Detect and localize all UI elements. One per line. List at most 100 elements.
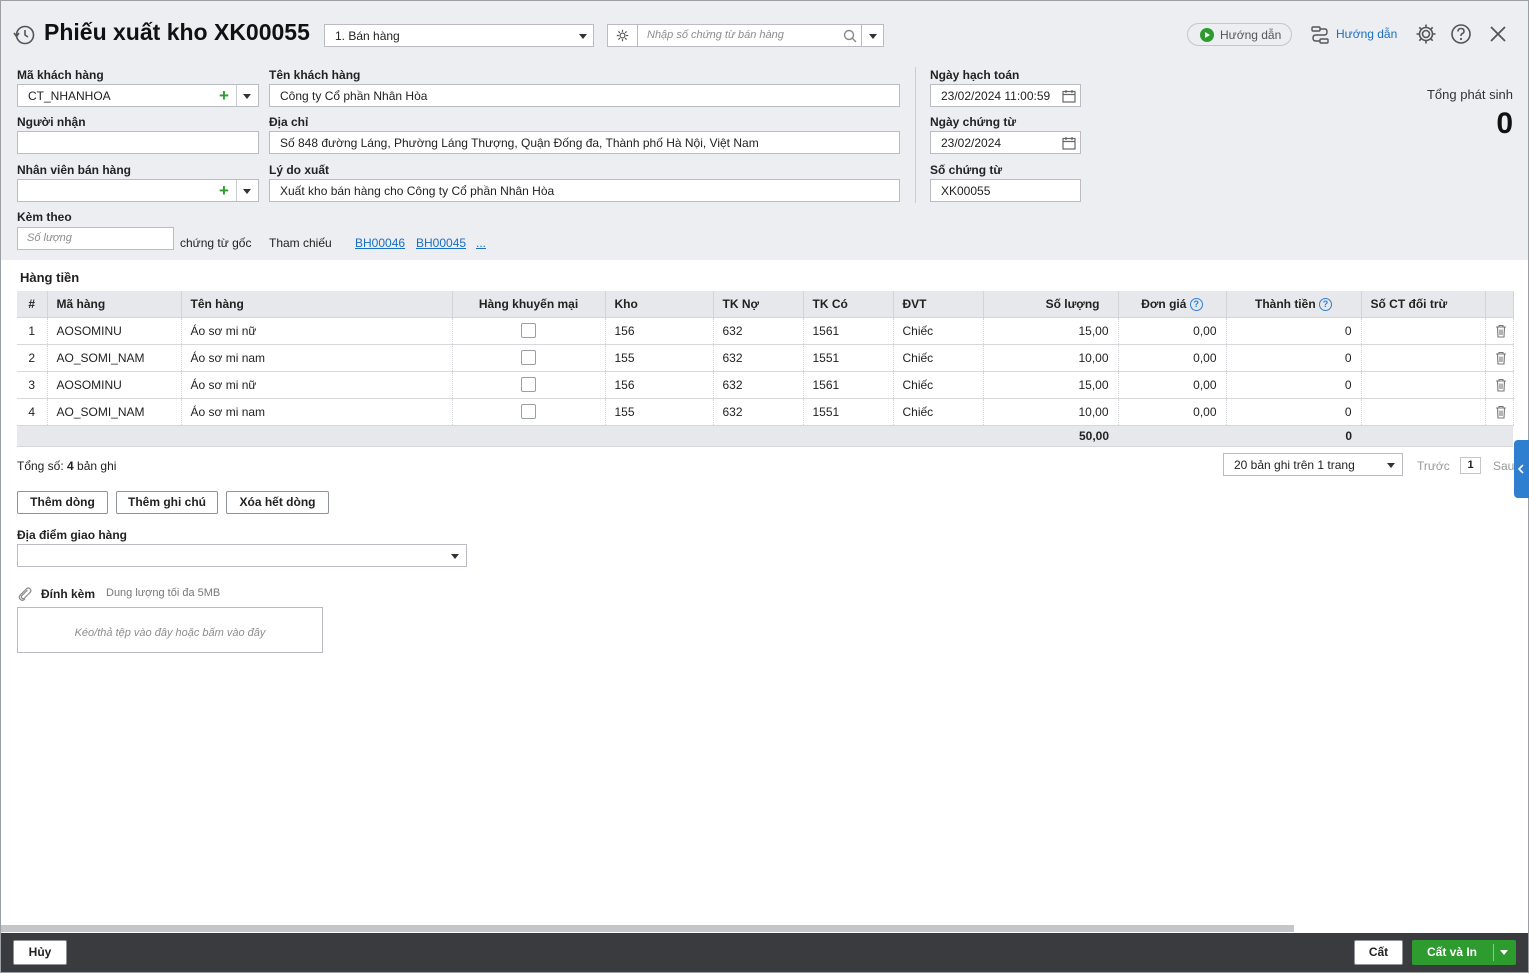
cancel-button[interactable]: Hủy — [13, 940, 67, 965]
table-row[interactable]: 3 AOSOMINU Áo sơ mi nữ 156 632 1561 Chiế… — [17, 371, 1514, 399]
settings-gear-icon[interactable] — [1415, 23, 1437, 45]
salesperson-field[interactable]: + — [17, 179, 259, 202]
cell-qty[interactable]: 10,00 — [983, 398, 1119, 426]
table-row[interactable]: 4 AO_SOMI_NAM Áo sơ mi nam 155 632 1551 … — [17, 398, 1514, 426]
help-icon[interactable] — [1450, 23, 1472, 45]
cell-promo[interactable] — [452, 398, 606, 426]
chevron-down-icon[interactable] — [243, 94, 251, 99]
cell-name[interactable]: Áo sơ mi nữ — [181, 371, 453, 399]
cell-code[interactable]: AO_SOMI_NAM — [47, 344, 182, 372]
cell-offset[interactable] — [1361, 398, 1486, 426]
attach-count-field[interactable]: Số lượng — [17, 227, 174, 250]
prev-page-button[interactable]: Trước — [1417, 459, 1450, 473]
cell-unit[interactable]: Chiếc — [893, 344, 984, 372]
cell-amount[interactable]: 0 — [1226, 317, 1362, 345]
cell-offset[interactable] — [1361, 317, 1486, 345]
promo-checkbox[interactable] — [521, 323, 536, 339]
delete-all-rows-button[interactable]: Xóa hết dòng — [226, 491, 329, 514]
doc-date-field[interactable]: 23/02/2024 — [930, 131, 1081, 154]
promo-checkbox[interactable] — [521, 350, 536, 366]
cell-promo[interactable] — [452, 317, 606, 345]
attachment-dropzone[interactable]: Kéo/thả tệp vào đây hoặc bấm vào đây — [17, 607, 323, 653]
cell-price[interactable]: 0,00 — [1118, 317, 1227, 345]
reason-field[interactable]: Xuất kho bán hàng cho Công ty Cổ phần Nh… — [269, 179, 900, 202]
cell-name[interactable]: Áo sơ mi nam — [181, 398, 453, 426]
promo-checkbox[interactable] — [521, 404, 536, 420]
cell-debit[interactable]: 632 — [713, 398, 804, 426]
cell-credit[interactable]: 1551 — [803, 344, 894, 372]
cell-code[interactable]: AO_SOMI_NAM — [47, 398, 182, 426]
col-header-name[interactable]: Tên hàng — [181, 291, 453, 318]
reference-more-link[interactable]: ... — [476, 236, 486, 250]
promo-checkbox[interactable] — [521, 377, 536, 393]
cell-amount[interactable]: 0 — [1226, 398, 1362, 426]
side-panel-toggle[interactable] — [1514, 440, 1529, 498]
cell-amount[interactable]: 0 — [1226, 344, 1362, 372]
save-button[interactable]: Cất — [1354, 940, 1403, 965]
table-row[interactable]: 2 AO_SOMI_NAM Áo sơ mi nam 155 632 1551 … — [17, 344, 1514, 372]
search-dropdown-button[interactable] — [861, 24, 884, 47]
horizontal-scrollbar[interactable] — [1, 925, 1294, 932]
chevron-down-icon[interactable] — [243, 189, 251, 194]
cell-price[interactable]: 0,00 — [1118, 398, 1227, 426]
col-header-unit[interactable]: ĐVT — [893, 291, 984, 318]
delivery-select[interactable] — [17, 544, 467, 567]
col-header-promo[interactable]: Hàng khuyến mại — [452, 291, 606, 318]
cell-credit[interactable]: 1561 — [803, 371, 894, 399]
cell-promo[interactable] — [452, 371, 606, 399]
current-page[interactable]: 1 — [1460, 457, 1481, 474]
col-header-debit[interactable]: TK Nợ — [713, 291, 804, 318]
add-row-button[interactable]: Thêm dòng — [17, 491, 108, 514]
cell-offset[interactable] — [1361, 371, 1486, 399]
cell-debit[interactable]: 632 — [713, 317, 804, 345]
cell-price[interactable]: 0,00 — [1118, 371, 1227, 399]
add-note-button[interactable]: Thêm ghi chú — [116, 491, 218, 514]
video-guide-button[interactable]: Hướng dẫn — [1187, 23, 1292, 46]
cell-unit[interactable]: Chiếc — [893, 398, 984, 426]
col-header-qty[interactable]: Số lượng — [983, 291, 1119, 318]
cell-unit[interactable]: Chiếc — [893, 371, 984, 399]
posting-date-field[interactable]: 23/02/2024 11:00:59 — [930, 84, 1081, 107]
cell-code[interactable]: AOSOMINU — [47, 317, 182, 345]
search-settings-button[interactable] — [607, 24, 638, 47]
cell-qty[interactable]: 15,00 — [983, 317, 1119, 345]
cell-credit[interactable]: 1561 — [803, 317, 894, 345]
table-row[interactable]: 1 AOSOMINU Áo sơ mi nữ 156 632 1561 Chiế… — [17, 317, 1514, 345]
next-page-button[interactable]: Sau — [1493, 459, 1514, 473]
cell-qty[interactable]: 10,00 — [983, 344, 1119, 372]
reference-link-2[interactable]: BH00045 — [416, 236, 466, 250]
chevron-down-icon[interactable] — [1500, 950, 1508, 955]
cell-warehouse[interactable]: 156 — [605, 317, 714, 345]
col-header-credit[interactable]: TK Có — [803, 291, 894, 318]
doc-no-field[interactable]: XK00055 — [930, 179, 1081, 202]
add-salesperson-icon[interactable]: + — [219, 182, 229, 199]
reference-link-1[interactable]: BH00046 — [355, 236, 405, 250]
add-customer-icon[interactable]: + — [219, 87, 229, 104]
voucher-type-select[interactable]: 1. Bán hàng — [324, 24, 594, 47]
customer-name-field[interactable]: Công ty Cổ phần Nhân Hòa — [269, 84, 900, 107]
cell-offset[interactable] — [1361, 344, 1486, 372]
col-header-price[interactable]: Đơn giá ? — [1118, 291, 1227, 318]
cell-name[interactable]: Áo sơ mi nam — [181, 344, 453, 372]
col-header-offset[interactable]: Số CT đối trừ — [1361, 291, 1486, 318]
trash-icon[interactable] — [1495, 405, 1507, 419]
receiver-field[interactable] — [17, 131, 259, 154]
col-header-warehouse[interactable]: Kho — [605, 291, 714, 318]
cell-warehouse[interactable]: 155 — [605, 344, 714, 372]
calendar-icon[interactable] — [1062, 136, 1076, 150]
customer-code-field[interactable]: CT_NHANHOA + — [17, 84, 259, 107]
cell-credit[interactable]: 1551 — [803, 398, 894, 426]
col-header-code[interactable]: Mã hàng — [47, 291, 182, 318]
calendar-icon[interactable] — [1062, 89, 1076, 103]
cell-promo[interactable] — [452, 344, 606, 372]
trash-icon[interactable] — [1495, 324, 1507, 338]
page-size-select[interactable]: 20 bản ghi trên 1 trang — [1223, 453, 1403, 476]
address-field[interactable]: Số 848 đường Láng, Phường Láng Thượng, Q… — [269, 131, 900, 154]
cell-debit[interactable]: 632 — [713, 371, 804, 399]
cell-debit[interactable]: 632 — [713, 344, 804, 372]
cell-name[interactable]: Áo sơ mi nữ — [181, 317, 453, 345]
search-icon[interactable] — [843, 29, 857, 43]
search-input[interactable]: Nhập số chứng từ bán hàng — [637, 24, 862, 47]
cell-warehouse[interactable]: 155 — [605, 398, 714, 426]
help-icon[interactable]: ? — [1319, 297, 1332, 311]
